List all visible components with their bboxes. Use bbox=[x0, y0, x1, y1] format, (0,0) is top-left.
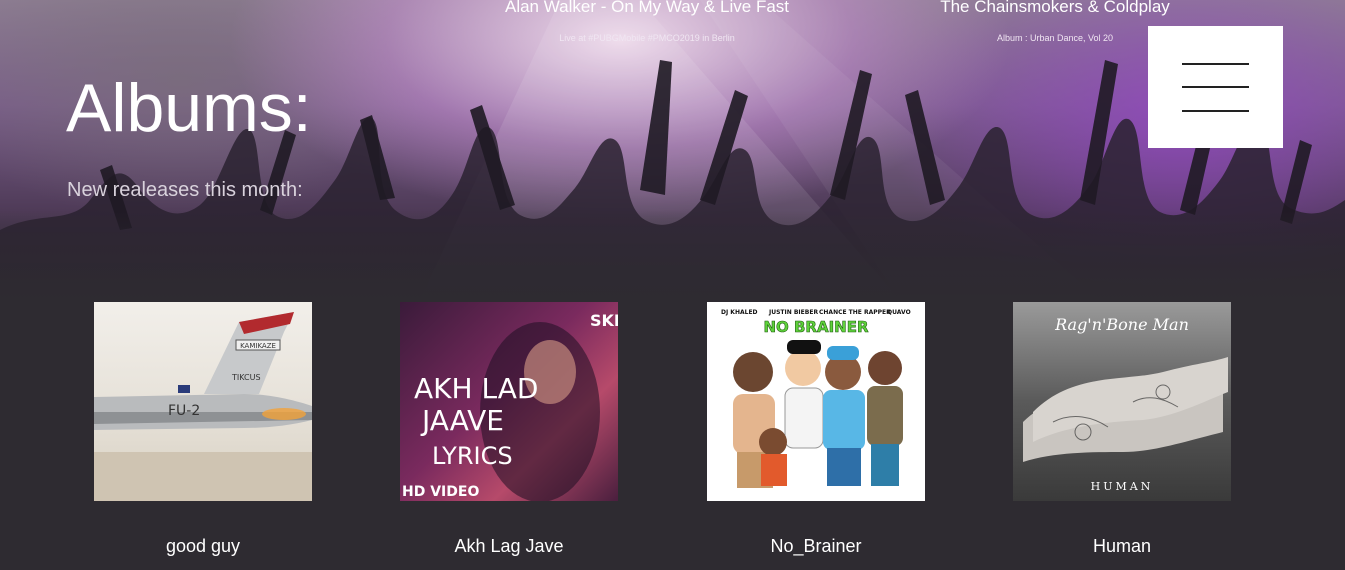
cover-text: CHANCE THE RAPPER bbox=[819, 309, 891, 316]
track-subtitle: Live at #PUBGMobile #PMCO2019 in Berlin bbox=[559, 33, 735, 43]
cover-text: TIKCUS bbox=[231, 373, 261, 382]
album-cover[interactable]: DJ KHALED JUSTIN BIEBER CHANCE THE RAPPE… bbox=[707, 302, 925, 501]
album-cover[interactable]: Rag'n'Bone Man HUMAN bbox=[1013, 302, 1231, 501]
album-cover[interactable]: SKF AKH LAD JAAVE LYRICS HD VIDEO bbox=[400, 302, 618, 501]
album-card[interactable]: Rag'n'Bone Man HUMAN Human bbox=[1013, 302, 1231, 556]
cover-text: HD VIDEO bbox=[402, 484, 479, 500]
page-title: Albums: bbox=[66, 70, 312, 146]
album-title[interactable]: good guy bbox=[74, 536, 332, 556]
cover-text: Rag'n'Bone Man bbox=[1054, 315, 1189, 334]
album-title[interactable]: Human bbox=[993, 536, 1251, 556]
lyrics-video-artwork: SKF AKH LAD JAAVE LYRICS HD VIDEO bbox=[402, 311, 618, 501]
section-subtitle: New realeases this month: bbox=[67, 179, 303, 201]
cover-text: LYRICS bbox=[432, 442, 513, 470]
album-title[interactable]: No_Brainer bbox=[687, 536, 945, 556]
featured-track-1[interactable]: Alan Walker - On My Way & Live Fast Live… bbox=[477, 0, 817, 43]
album-card[interactable]: KAMIKAZE TIKCUS FU-2 good guy bbox=[94, 302, 312, 556]
cover-text: HUMAN bbox=[1091, 480, 1154, 493]
album-cover[interactable]: KAMIKAZE TIKCUS FU-2 bbox=[94, 302, 312, 501]
album-card[interactable]: SKF AKH LAD JAAVE LYRICS HD VIDEO Akh La… bbox=[400, 302, 618, 556]
menu-button[interactable] bbox=[1148, 26, 1283, 148]
hands-artwork: Rag'n'Bone Man HUMAN bbox=[1023, 315, 1228, 493]
album-title[interactable]: Akh Lag Jave bbox=[380, 536, 638, 556]
cover-text: FU-2 bbox=[168, 403, 200, 419]
cover-text: JAAVE bbox=[420, 404, 504, 437]
cover-text: KAMIKAZE bbox=[240, 342, 276, 350]
track-title: Alan Walker - On My Way & Live Fast bbox=[504, 0, 790, 16]
cartoon-artwork: DJ KHALED JUSTIN BIEBER CHANCE THE RAPPE… bbox=[721, 309, 911, 488]
cover-text: DJ KHALED bbox=[721, 309, 758, 316]
cover-text: QUAVO bbox=[887, 309, 911, 316]
album-card[interactable]: DJ KHALED JUSTIN BIEBER CHANCE THE RAPPE… bbox=[707, 302, 925, 556]
cover-text: SKF bbox=[590, 311, 618, 330]
cover-text: NO BRAINER bbox=[763, 318, 869, 336]
cover-text: AKH LAD bbox=[414, 372, 538, 405]
hero-background bbox=[0, 0, 1345, 300]
cover-text: JUSTIN BIEBER bbox=[768, 309, 818, 316]
crowd-silhouette bbox=[0, 0, 1345, 300]
track-title: The Chainsmokers & Coldplay bbox=[940, 0, 1170, 16]
jet-artwork: KAMIKAZE TIKCUS FU-2 bbox=[94, 312, 312, 501]
